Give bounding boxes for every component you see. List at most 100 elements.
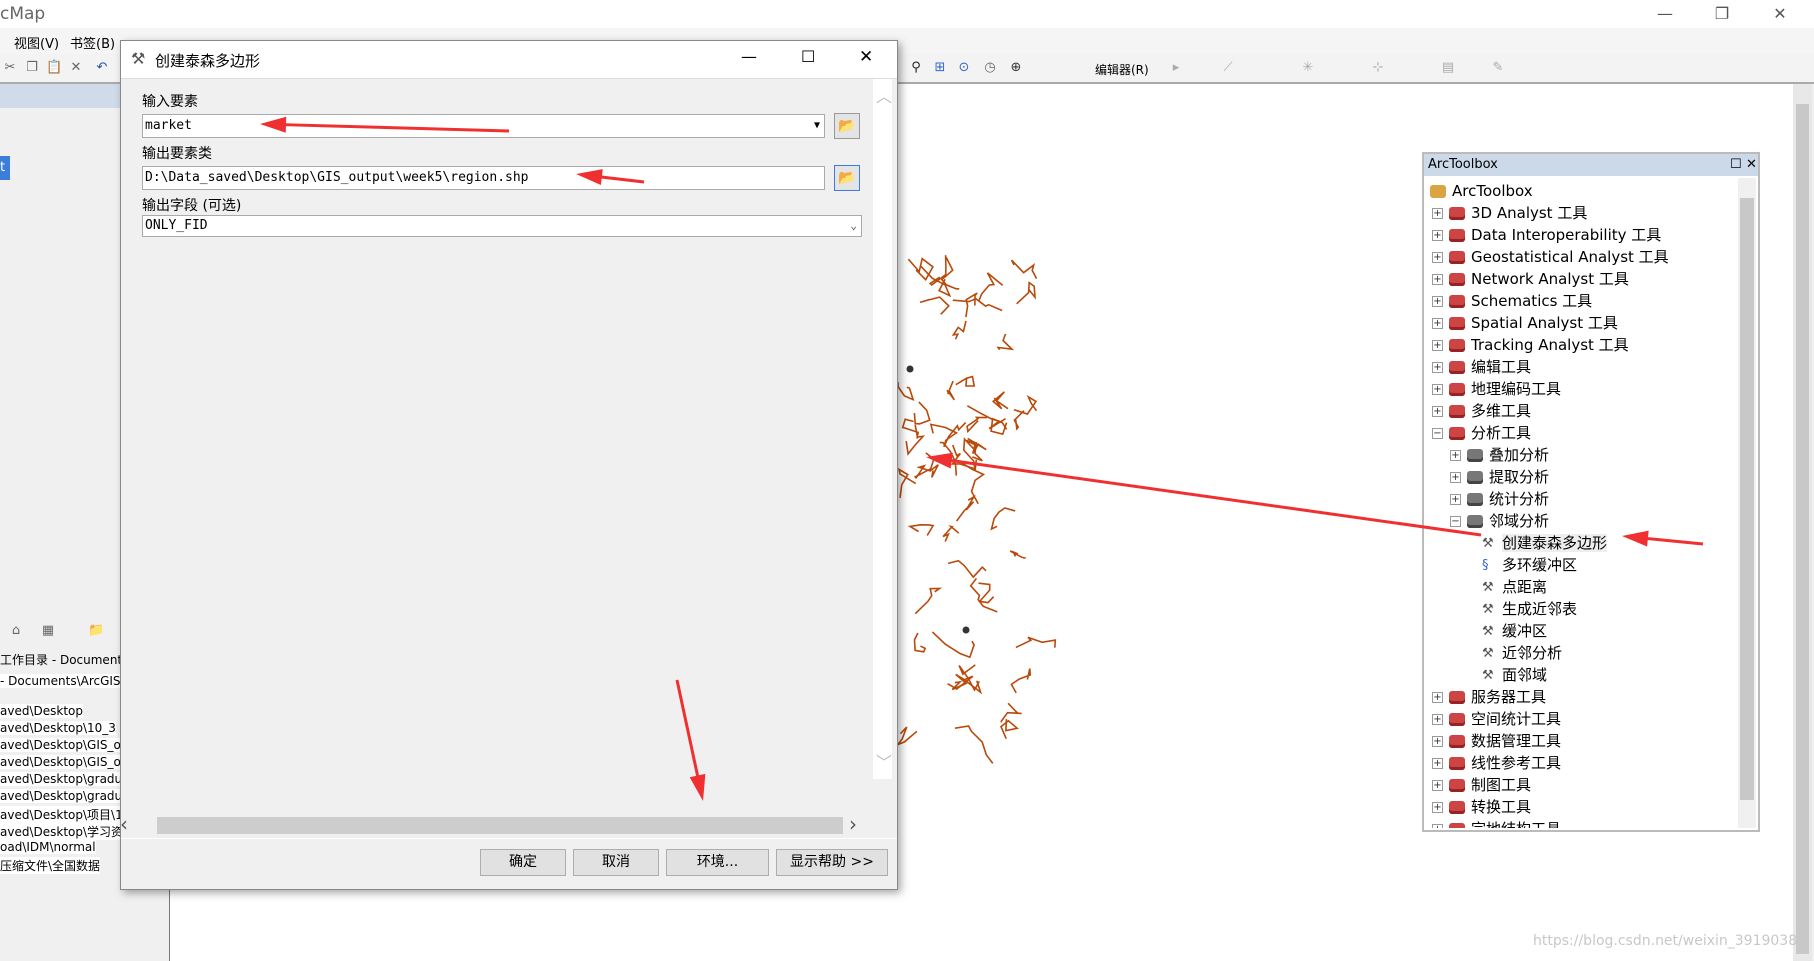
connect-folder-icon[interactable]: 📁 [88, 623, 104, 639]
tree-item[interactable]: +3D Analyst 工具 [1432, 202, 1587, 224]
expand-icon[interactable]: + [1432, 736, 1443, 747]
browse-input-button[interactable]: 📂 [834, 113, 860, 139]
tree-item[interactable]: + 地理编码工具 [1432, 378, 1561, 400]
catalog-item[interactable]: aved\Desktop\学习资 [0, 823, 124, 840]
delete-icon[interactable]: ✕ [68, 60, 84, 76]
catalog-item[interactable]: 压缩文件\全国数据 [0, 857, 101, 874]
expand-icon[interactable]: + [1432, 340, 1443, 351]
expand-icon[interactable]: + [1432, 230, 1443, 241]
catalog-item[interactable]: aved\Desktop [0, 704, 83, 718]
expand-icon[interactable]: + [1432, 780, 1443, 791]
expand-icon[interactable]: + [1432, 274, 1443, 285]
collapse-icon[interactable]: − [1450, 516, 1461, 527]
tree-root[interactable]: ArcToolbox [1430, 180, 1533, 202]
tree-item[interactable]: + Data Interoperability 工具 [1432, 224, 1661, 246]
toolbox-scrollbar[interactable] [1738, 178, 1756, 828]
scroll-thumb[interactable] [1796, 104, 1809, 954]
output-fields-select[interactable]: ONLY_FID ⌄ [142, 215, 862, 237]
tree-item[interactable]: + 制图工具 [1432, 774, 1531, 796]
time-slider-icon[interactable]: ◷ [982, 60, 998, 76]
expand-icon[interactable]: + [1432, 758, 1443, 769]
expand-icon[interactable]: + [1432, 692, 1443, 703]
expand-icon[interactable]: + [1432, 208, 1443, 219]
expand-icon[interactable]: + [1432, 252, 1443, 263]
show-help-button[interactable]: 显示帮助 >> [776, 849, 888, 876]
cancel-button[interactable]: 取消 [573, 849, 659, 876]
tree-item[interactable]: ⚒ 面邻域 [1482, 664, 1547, 686]
expand-icon[interactable]: + [1432, 362, 1443, 373]
maximize-icon[interactable]: ☐ [1730, 154, 1742, 176]
expand-icon[interactable]: + [1432, 824, 1443, 828]
tree-item[interactable]: − 分析工具 [1432, 422, 1531, 444]
collapse-icon[interactable]: − [1432, 428, 1443, 439]
catalog-item[interactable]: aved\Desktop\10_3 [0, 721, 116, 735]
attributes-icon[interactable]: ▤ [1440, 60, 1456, 76]
tree-item[interactable]: ⚒ 生成近邻表 [1482, 598, 1577, 620]
tree-item[interactable]: + Geostatistical Analyst 工具 [1432, 246, 1669, 268]
tree-item[interactable]: ⚒ 缓冲区 [1482, 620, 1547, 642]
chevron-down-icon[interactable]: ⌄ [850, 216, 857, 236]
tree-item[interactable]: + 提取分析 [1450, 466, 1549, 488]
tree-item[interactable]: + 多维工具 [1432, 400, 1531, 422]
catalog-item[interactable]: aved\Desktop\gradu [0, 772, 123, 786]
expand-icon[interactable]: + [1450, 450, 1461, 461]
editor-menu[interactable]: 编辑器(R) [1095, 61, 1149, 78]
tree-item[interactable]: § 多环缓冲区 [1482, 554, 1577, 576]
tree-item[interactable]: + Network Analyst 工具 [1432, 268, 1629, 290]
paste-icon[interactable]: 📋 [46, 60, 62, 76]
expand-icon[interactable]: + [1450, 472, 1461, 483]
catalog-item[interactable]: aved\Desktop\gradu [0, 789, 123, 803]
catalog-item[interactable]: aved\Desktop\GIS_o [0, 738, 121, 752]
tree-item[interactable]: + 服务器工具 [1432, 686, 1546, 708]
scroll-thumb[interactable] [1740, 198, 1754, 800]
expand-icon[interactable]: + [1432, 802, 1443, 813]
undo-icon[interactable]: ↶ [94, 60, 110, 76]
scroll-thumb[interactable] [157, 817, 843, 834]
home-icon[interactable]: ⌂ [8, 623, 24, 639]
scroll-up-icon[interactable]: ︿ [876, 83, 892, 107]
environments-button[interactable]: 环境... [666, 849, 769, 876]
dialog-vertical-scrollbar[interactable]: ︿ ﹀ [873, 79, 892, 779]
tree-item[interactable]: + 宗地结构工具 [1432, 818, 1561, 828]
menu-bookmarks[interactable]: 书签(B) [70, 33, 115, 52]
map-scrollbar[interactable] [1793, 84, 1812, 961]
expand-icon[interactable]: + [1450, 494, 1461, 505]
dropdown-icon[interactable]: ▼ [814, 115, 820, 137]
tree-item[interactable]: + 编辑工具 [1432, 356, 1531, 378]
line-icon[interactable]: ⟋ [1220, 60, 1236, 76]
tree-item[interactable]: + 数据管理工具 [1432, 730, 1561, 752]
catalog-item[interactable]: - Documents\ArcGIS [0, 674, 121, 688]
catalog-item[interactable]: aved\Desktop\GIS_o [0, 755, 121, 769]
tree-item[interactable]: − 邻域分析 [1450, 510, 1549, 532]
edit-tool-icon[interactable]: ▸ [1168, 60, 1184, 76]
browse-output-button[interactable]: 📂 [834, 165, 860, 191]
copy-icon[interactable]: ❐ [24, 60, 40, 76]
restore-button[interactable]: ❐ [1702, 2, 1742, 26]
tree-item[interactable]: + 空间统计工具 [1432, 708, 1561, 730]
input-features-field[interactable]: market ▼ [142, 114, 825, 138]
menu-view[interactable]: 视图(V) [14, 33, 59, 52]
tree-item[interactable]: ⚒ 近邻分析 [1482, 642, 1562, 664]
output-features-field[interactable]: D:\Data_saved\Desktop\GIS_output\week5\r… [142, 166, 825, 190]
scroll-down-icon[interactable]: ﹀ [876, 749, 892, 773]
tree-item[interactable]: ⚒ 创建泰森多边形 [1482, 532, 1608, 554]
minimize-button[interactable]: — [741, 47, 757, 66]
tree-item[interactable]: + Schematics 工具 [1432, 290, 1592, 312]
expand-icon[interactable]: + [1432, 296, 1443, 307]
expand-icon[interactable]: + [1432, 406, 1443, 417]
sketch-properties-icon[interactable]: ✎ [1490, 60, 1506, 76]
catalog-item[interactable]: oad\IDM\normal [0, 840, 96, 854]
split-icon[interactable]: ⊹ [1370, 60, 1386, 76]
go-to-xy-icon[interactable]: ⊞ [932, 60, 948, 76]
minimize-button[interactable]: — [1645, 2, 1685, 26]
tree-item[interactable]: + 叠加分析 [1450, 444, 1549, 466]
dialog-horizontal-scrollbar[interactable]: ‹ › [120, 812, 873, 836]
selected-layer[interactable]: t [0, 156, 10, 180]
scroll-left-icon[interactable]: ‹ [120, 812, 128, 836]
cut-icon[interactable]: ✂ [2, 60, 18, 76]
tree-item[interactable]: + 转换工具 [1432, 796, 1531, 818]
tree-item[interactable]: + Spatial Analyst 工具 [1432, 312, 1618, 334]
maximize-button[interactable]: ☐ [801, 47, 815, 66]
tree-item[interactable]: + 线性参考工具 [1432, 752, 1561, 774]
expand-icon[interactable]: + [1432, 318, 1443, 329]
